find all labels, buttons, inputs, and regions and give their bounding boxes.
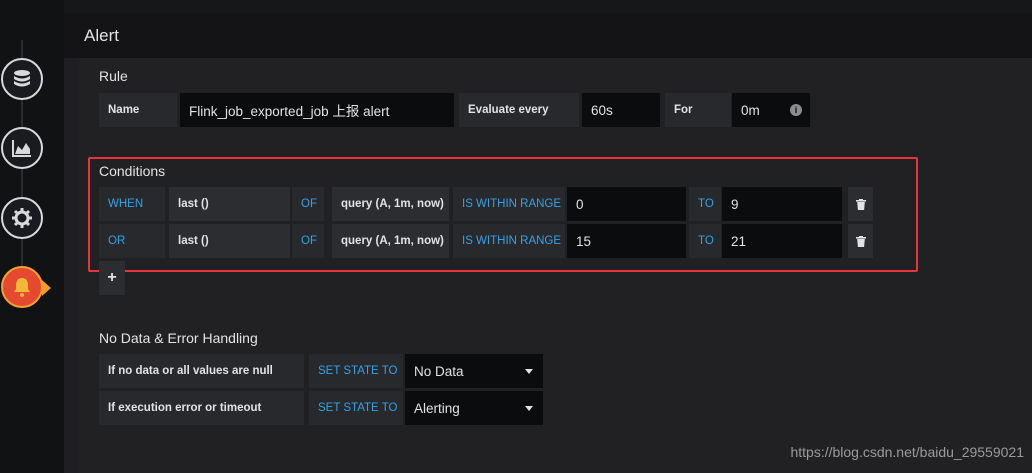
panel-header: Alert xyxy=(64,14,1032,58)
chevron-down-icon xyxy=(525,406,533,411)
watermark: https://blog.csdn.net/baidu_29559021 xyxy=(790,444,1024,460)
for-value: 0m xyxy=(741,102,760,118)
alert-tab[interactable] xyxy=(1,266,43,308)
chevron-down-icon xyxy=(525,369,533,374)
add-condition-button[interactable]: + xyxy=(99,261,125,295)
queries-tab[interactable] xyxy=(1,58,43,100)
visualization-tab[interactable] xyxy=(1,127,43,169)
no-data-state-select[interactable]: No Data xyxy=(405,354,543,388)
general-tab[interactable] xyxy=(1,197,43,239)
nodata-section-title: No Data & Error Handling xyxy=(99,330,258,346)
exec-error-state-value: Alerting xyxy=(414,400,460,416)
database-icon xyxy=(14,70,30,87)
conditions-highlight-box xyxy=(88,157,918,272)
evaluate-every-input[interactable]: 60s xyxy=(582,93,660,127)
set-state-label: SET STATE TO xyxy=(309,354,403,388)
rule-name-label: Name xyxy=(99,93,177,127)
for-label: For xyxy=(665,93,731,127)
evaluate-every-label: Evaluate every xyxy=(459,93,579,127)
rule-section-title: Rule xyxy=(99,68,128,84)
alert-tab-rail xyxy=(0,0,64,473)
exec-error-state-select[interactable]: Alerting xyxy=(405,391,543,425)
exec-error-label: If execution error or timeout xyxy=(99,391,304,425)
panel-title: Alert xyxy=(84,26,119,45)
active-tab-arrow xyxy=(42,280,51,296)
no-data-state-value: No Data xyxy=(414,363,464,379)
no-data-label: If no data or all values are null xyxy=(99,354,304,388)
bell-icon xyxy=(14,278,30,297)
set-state-label: SET STATE TO xyxy=(309,391,403,425)
rule-name-input[interactable]: Flink_job_exported_job 上报 alert xyxy=(180,93,454,127)
for-input[interactable]: 0m i xyxy=(732,93,810,127)
area-chart-icon xyxy=(12,140,31,157)
gear-icon xyxy=(12,208,32,228)
info-icon[interactable]: i xyxy=(790,104,802,116)
